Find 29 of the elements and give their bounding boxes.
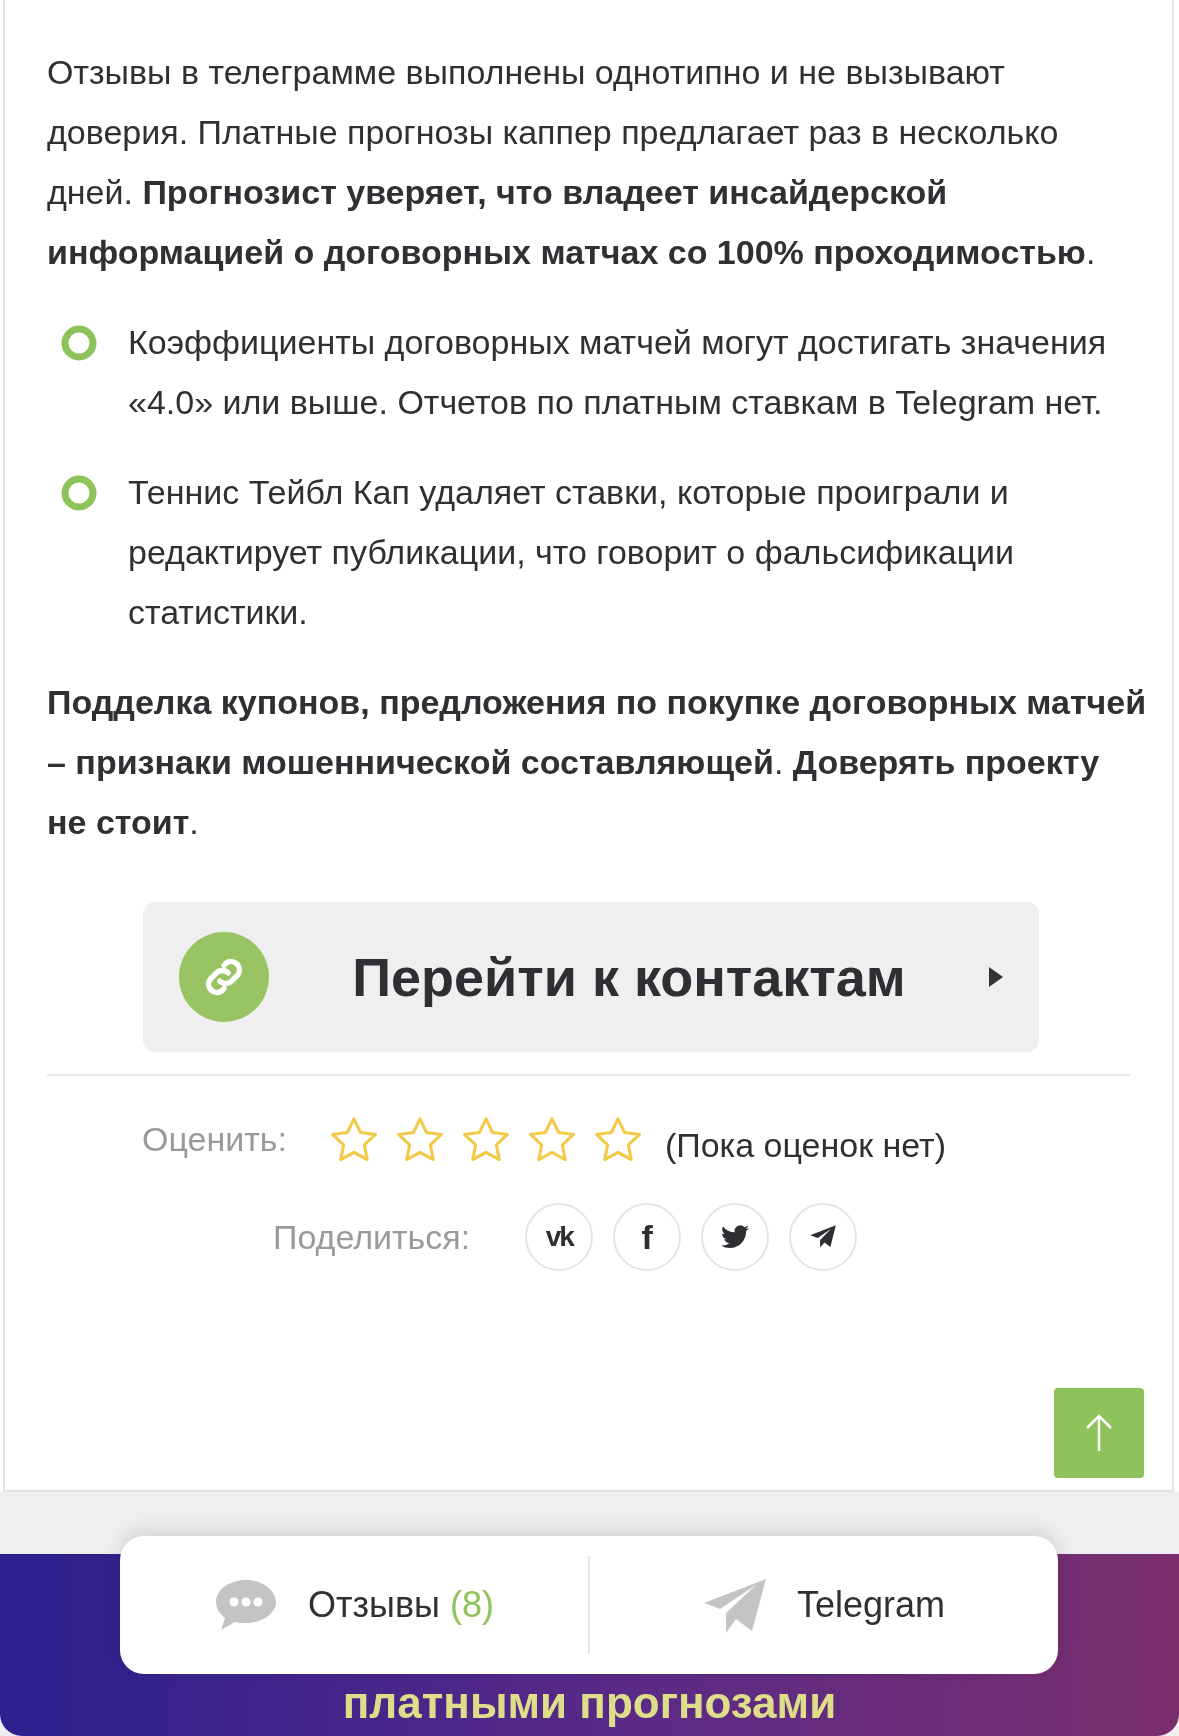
share-button[interactable] <box>789 1203 858 1271</box>
star-icon[interactable] <box>526 1115 577 1164</box>
share-button[interactable]: f <box>613 1203 682 1271</box>
star-icon[interactable] <box>592 1115 643 1164</box>
scroll-top-button[interactable] <box>1054 1388 1144 1478</box>
star-icon[interactable] <box>394 1115 445 1164</box>
share-button[interactable]: vk <box>525 1203 594 1271</box>
banner-text: платными прогнозами <box>342 1678 837 1728</box>
caret-icon <box>989 967 1003 987</box>
arrow-up-icon <box>1084 1413 1114 1453</box>
bullet-icon <box>60 324 98 362</box>
rating-note: (Пока оценок нет) <box>664 1126 946 1165</box>
star-icon[interactable] <box>328 1115 379 1164</box>
reviews-tab[interactable]: Отзывы (8) <box>120 1578 588 1632</box>
telegram-tab[interactable]: Telegram <box>590 1577 1058 1633</box>
bullet-icon <box>60 474 98 512</box>
paragraph: Подделка купонов, предложения по покупке договорных матчей – признаки мошеннической составляющей. Доверять проекту не стоит. <box>47 682 1147 843</box>
speech-bubble-icon <box>214 1578 279 1632</box>
rating-label: Оценить: <box>142 1120 287 1159</box>
paragraph: Отзывы в телеграмме выполнены однотипно и не вызывают доверия. Платные прогнозы каппер предлагает раз в несколько дней. Прогнозист уверяет, что владеет инсайдерской информацией о договорных матчах со 100% проходимостью. <box>47 52 1097 273</box>
paper-plane-icon <box>702 1577 767 1633</box>
star-icon[interactable] <box>460 1115 511 1164</box>
contacts-button[interactable]: Перейти к контактам <box>143 902 1039 1052</box>
share-button[interactable] <box>701 1203 770 1271</box>
paper-plane-icon <box>809 1224 838 1250</box>
list-item-text: Теннис Тейбл Кап удаляет ставки, которые проиграли и редактирует публикации, что говорит о фальсификации статистики. <box>128 472 1016 633</box>
share-label: Поделиться: <box>273 1217 471 1257</box>
list-item-text: Коэффициенты договорных матчей могут достигать значения «4.0» или выше. Отчетов по платным ставкам в Telegram нет. <box>128 322 1108 423</box>
bird-icon <box>721 1225 750 1249</box>
